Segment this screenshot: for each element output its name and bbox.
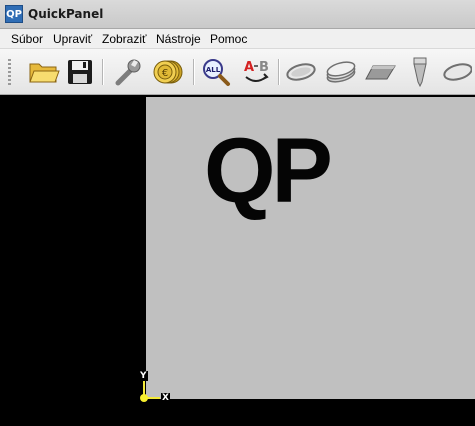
zoom-all-button[interactable]: ALL [200,56,232,88]
drill-button[interactable] [404,56,436,88]
window-title: QuickPanel [28,7,104,21]
toolbar: € ALL A B [0,49,475,95]
stacked-plates-button[interactable] [325,56,357,88]
zoom-all-text: ALL [206,66,221,74]
stacked-plates-icon [326,61,356,83]
toolbar-separator [102,59,104,85]
save-disk-icon [68,60,92,84]
menu-subor[interactable]: Súbor [11,32,43,46]
zoom-all-icon: ALL [203,59,230,86]
ab-letter-b: B [259,60,269,75]
toolbar-separator [278,59,280,85]
qp-logo-text: QP [204,120,333,222]
svg-text:€: € [162,68,168,79]
menu-nastroje[interactable]: Nástroje [156,32,201,46]
open-button[interactable] [28,56,60,88]
wrench-icon [115,59,141,86]
save-button[interactable] [64,56,96,88]
menu-bar: Súbor Upraviť Zobraziť Nástroje Pomoc [0,29,475,49]
y-axis-label: Y [139,371,148,381]
origin-point [140,394,148,402]
ellipse-plate-icon [286,63,316,81]
menu-pomoc[interactable]: Pomoc [210,32,247,46]
pricing-button[interactable]: € [152,56,184,88]
toolbar-separator [193,59,195,85]
oval-icon [443,63,472,81]
ab-letter-a: A [244,60,254,75]
toolbar-grip[interactable] [8,59,11,85]
menu-upravit[interactable]: Upraviť [53,32,92,46]
swap-ab-button[interactable]: A B [240,56,272,88]
parallelogram-plate-icon [365,65,396,80]
title-bar: QP QuickPanel [0,0,475,29]
open-folder-icon [29,63,60,83]
settings-button[interactable] [112,56,144,88]
oval-button[interactable] [440,56,472,88]
flat-plate-button[interactable] [365,56,397,88]
x-axis-label: X [161,393,170,403]
a-b-swap-icon: A B [244,60,269,82]
drill-bit-icon [413,57,427,88]
ellipse-plate-button[interactable] [285,56,317,88]
euro-coins-icon: € [153,60,183,84]
app-logo-icon: QP [5,5,23,23]
menu-zobrazit[interactable]: Zobraziť [102,32,147,46]
